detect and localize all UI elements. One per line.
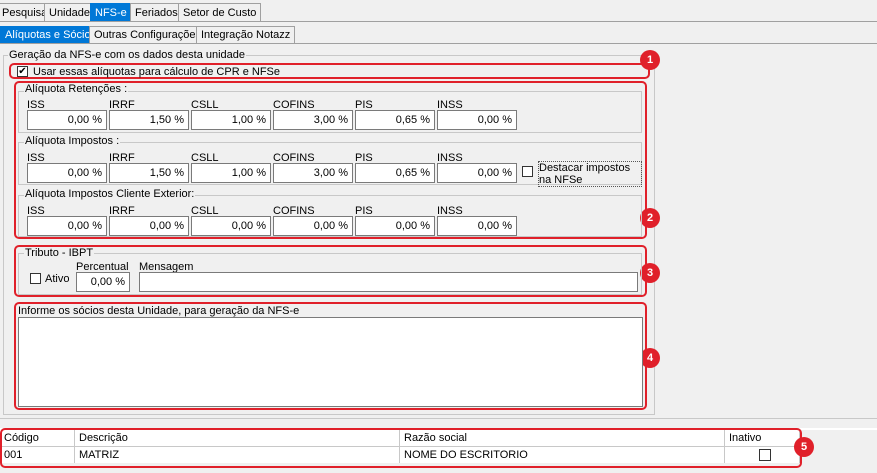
- ibpt-title: Tributo - IBPT: [24, 247, 95, 259]
- retencoes-irrf-input[interactable]: 1,50 %: [109, 110, 189, 130]
- tab-aliquotas-e-socios[interactable]: Alíquotas e Sócios: [0, 26, 102, 43]
- exterior-irrf-input[interactable]: 0,00 %: [109, 216, 189, 236]
- badge-5: 5: [794, 437, 814, 457]
- tab-divider: [0, 21, 877, 22]
- retencoes-pis-input[interactable]: 0,65 %: [355, 110, 435, 130]
- badge-3: 3: [640, 263, 660, 283]
- tab-feriados[interactable]: Feriados: [130, 3, 183, 21]
- destacar-impostos-label: Destacar impostos na NFSe: [538, 161, 642, 187]
- impostos-irrf-input[interactable]: 1,50 %: [109, 163, 189, 183]
- impostos-inss-input[interactable]: 0,00 %: [437, 163, 517, 183]
- exterior-iss-input[interactable]: 0,00 %: [27, 216, 107, 236]
- badge-2: 2: [640, 208, 660, 228]
- tab-setor-de-custo[interactable]: Setor de Custo: [178, 3, 262, 21]
- destacar-impostos-checkbox[interactable]: [522, 166, 533, 177]
- retencoes-iss-input[interactable]: 0,00 %: [27, 110, 107, 130]
- impostos-pis-input[interactable]: 0,65 %: [355, 163, 435, 183]
- impostos-csll-input[interactable]: 1,00 %: [191, 163, 271, 183]
- ibpt-ativo-label: Ativo: [45, 273, 70, 285]
- impostos-title: Alíquota Impostos :: [24, 135, 121, 147]
- tab-unidade[interactable]: Unidade: [44, 3, 95, 21]
- use-rates-checkbox[interactable]: ✔: [17, 66, 28, 77]
- subtab-divider: [0, 43, 877, 44]
- retencoes-csll-input[interactable]: 1,00 %: [191, 110, 271, 130]
- socios-title: Informe os sócios desta Unidade, para ge…: [18, 305, 300, 317]
- tab-integracao-notazz[interactable]: Integração Notazz: [196, 26, 296, 43]
- ibpt-mensagem-input[interactable]: [139, 272, 638, 292]
- exterior-title: Alíquota Impostos Cliente Exterior:: [24, 188, 196, 200]
- checkmark-icon: ✔: [18, 66, 27, 77]
- ibpt-percentual-input[interactable]: 0,00 %: [76, 272, 130, 292]
- splitter: [0, 418, 877, 419]
- exterior-cofins-input[interactable]: 0,00 %: [273, 216, 353, 236]
- nfse-group-title: Geração da NFS-e com os dados desta unid…: [8, 49, 247, 61]
- impostos-cofins-input[interactable]: 3,00 %: [273, 163, 353, 183]
- exterior-csll-input[interactable]: 0,00 %: [191, 216, 271, 236]
- tab-nfse[interactable]: NFS-e: [90, 3, 132, 21]
- badge-4: 4: [640, 348, 660, 368]
- retencoes-title: Alíquota Retenções :: [24, 83, 129, 95]
- tab-outras-configuracoes[interactable]: Outras Configurações: [89, 26, 206, 43]
- exterior-pis-input[interactable]: 0,00 %: [355, 216, 435, 236]
- retencoes-cofins-input[interactable]: 3,00 %: [273, 110, 353, 130]
- highlight-5: [0, 428, 802, 468]
- exterior-inss-input[interactable]: 0,00 %: [437, 216, 517, 236]
- ibpt-ativo-checkbox[interactable]: [30, 273, 41, 284]
- socios-memo[interactable]: [18, 317, 643, 407]
- impostos-iss-input[interactable]: 0,00 %: [27, 163, 107, 183]
- use-rates-label: Usar essas alíquotas para cálculo de CPR…: [33, 66, 281, 78]
- retencoes-inss-input[interactable]: 0,00 %: [437, 110, 517, 130]
- badge-1: 1: [640, 50, 660, 70]
